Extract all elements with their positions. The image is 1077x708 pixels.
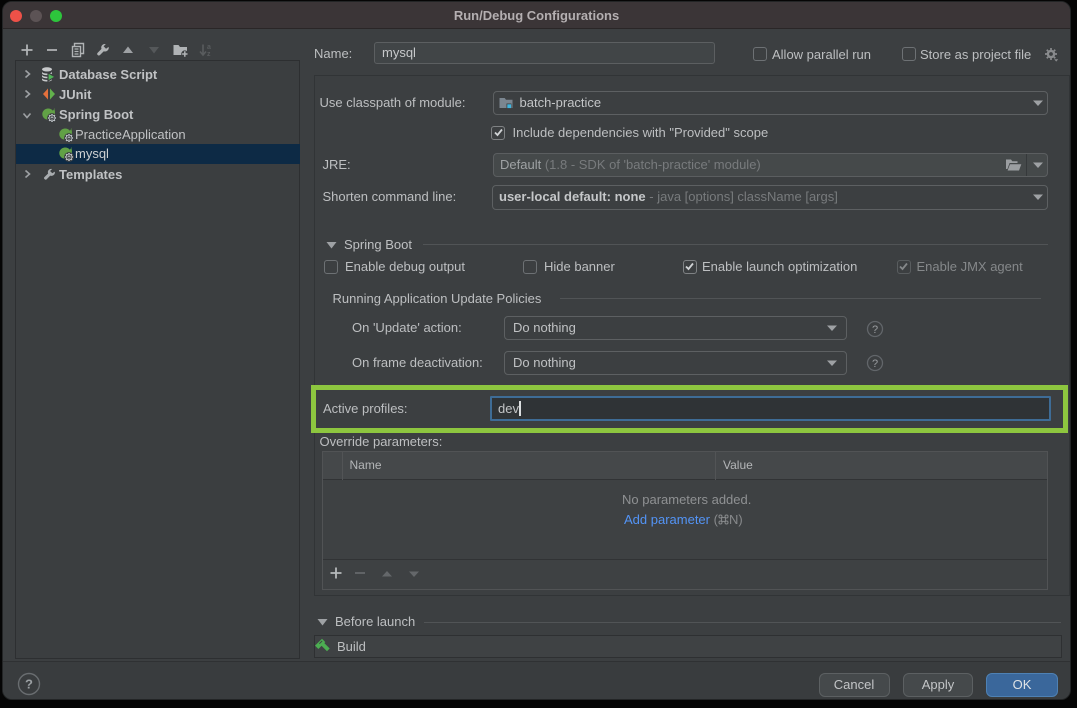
svg-text:?: ? bbox=[25, 677, 33, 692]
svg-text:a: a bbox=[207, 44, 211, 51]
svg-text:?: ? bbox=[872, 358, 878, 370]
svg-text:?: ? bbox=[872, 324, 878, 336]
svg-text:z: z bbox=[207, 51, 211, 58]
